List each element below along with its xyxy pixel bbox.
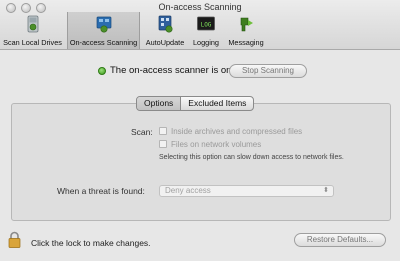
- network-volumes-label: Files on network volumes: [171, 140, 262, 149]
- tab-bar: Options Excluded Items: [136, 96, 255, 111]
- status-indicator-icon: [98, 67, 106, 75]
- lock-message: Click the lock to make changes.: [31, 238, 151, 248]
- threat-action-select[interactable]: Deny access ⬍: [159, 185, 334, 197]
- toolbar-label: Scan Local Drives: [3, 38, 62, 47]
- drive-scan-icon: [27, 15, 38, 33]
- toolbar-label: Logging: [193, 38, 219, 47]
- tab-excluded-items[interactable]: Excluded Items: [181, 97, 253, 110]
- threat-action-value: Deny access: [165, 186, 211, 195]
- scan-label: Scan:: [131, 127, 153, 137]
- network-volumes-checkbox[interactable]: [159, 140, 167, 148]
- toolbar-messaging[interactable]: Messaging: [224, 12, 268, 49]
- inside-archives-checkbox[interactable]: [159, 127, 167, 135]
- lock-icon[interactable]: [8, 231, 21, 248]
- on-access-icon: [96, 16, 111, 33]
- window-title: On-access Scanning: [158, 2, 242, 12]
- title-bar: On-access Scanning Scan Local Drives On-…: [0, 0, 400, 50]
- status-text: The on-access scanner is on: [110, 65, 232, 76]
- toolbar: Scan Local Drives On-access Scanning Aut…: [0, 12, 400, 50]
- toolbar-label: On-access Scanning: [69, 38, 138, 47]
- options-group: [11, 103, 391, 221]
- select-arrows-icon: ⬍: [323, 187, 329, 194]
- svg-text:LOG: LOG: [201, 22, 212, 29]
- threat-label: When a threat is found:: [57, 186, 145, 196]
- network-note: Selecting this option can slow down acce…: [159, 154, 344, 161]
- toolbar-label: AutoUpdate: [145, 38, 185, 47]
- inside-archives-label: Inside archives and compressed files: [171, 127, 303, 136]
- stop-scanning-button[interactable]: Stop Scanning: [229, 64, 307, 78]
- restore-defaults-button[interactable]: Restore Defaults...: [294, 233, 386, 247]
- toolbar-on-access-scanning[interactable]: On-access Scanning: [67, 12, 140, 49]
- log-icon: LOG: [197, 16, 215, 31]
- toolbar-autoupdate[interactable]: AutoUpdate: [142, 12, 188, 49]
- toolbar-logging[interactable]: LOG Logging: [188, 12, 224, 49]
- messaging-icon: [240, 17, 253, 32]
- preferences-window: On-access Scanning Scan Local Drives On-…: [0, 0, 400, 261]
- toolbar-scan-local-drives[interactable]: Scan Local Drives: [0, 12, 65, 49]
- tab-options[interactable]: Options: [137, 97, 182, 110]
- toolbar-label: Messaging: [228, 38, 264, 47]
- autoupdate-icon: [158, 15, 173, 33]
- scanner-status: The on-access scanner is on: [0, 63, 400, 79]
